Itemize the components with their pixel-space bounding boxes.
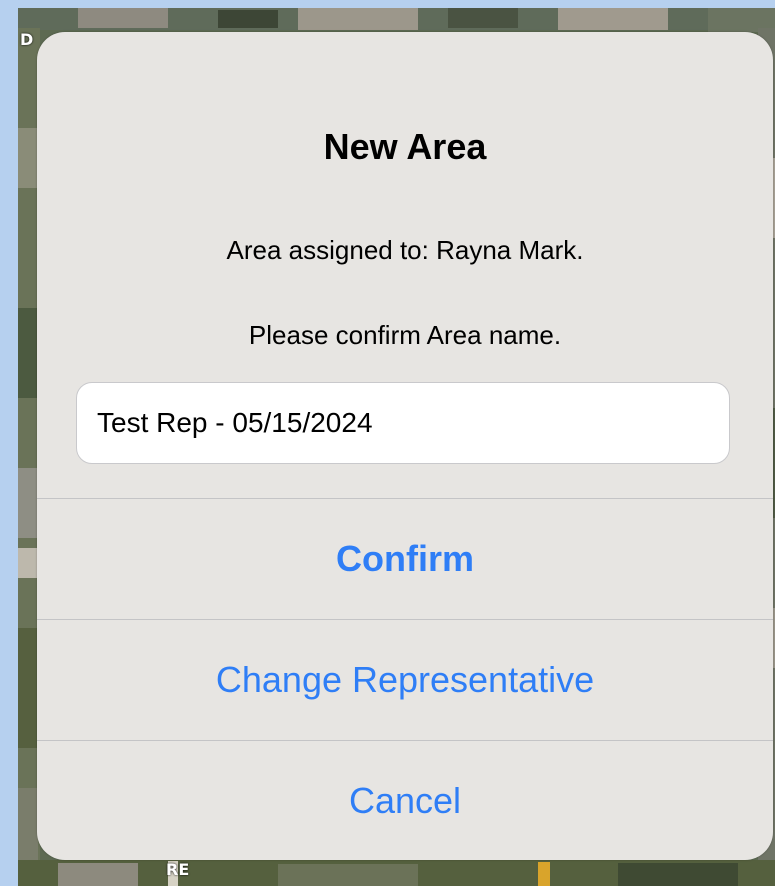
change-representative-button[interactable]: Change Representative [37, 620, 773, 740]
dialog-title: New Area [323, 126, 487, 167]
map-road-label-bottom: RE [166, 860, 190, 879]
confirm-name-message: Please confirm Area name. [248, 320, 562, 350]
cancel-button[interactable]: Cancel [37, 741, 773, 860]
area-name-input[interactable] [76, 382, 730, 464]
assigned-message: Area assigned to: Rayna Mark. [226, 235, 584, 265]
new-area-dialog: New Area Area assigned to: Rayna Mark. P… [37, 32, 773, 860]
confirm-button[interactable]: Confirm [37, 499, 773, 619]
screen-frame: D RE New Area Area assigned to: Rayna Ma… [0, 0, 775, 886]
map-road-label-top: D [20, 30, 34, 49]
